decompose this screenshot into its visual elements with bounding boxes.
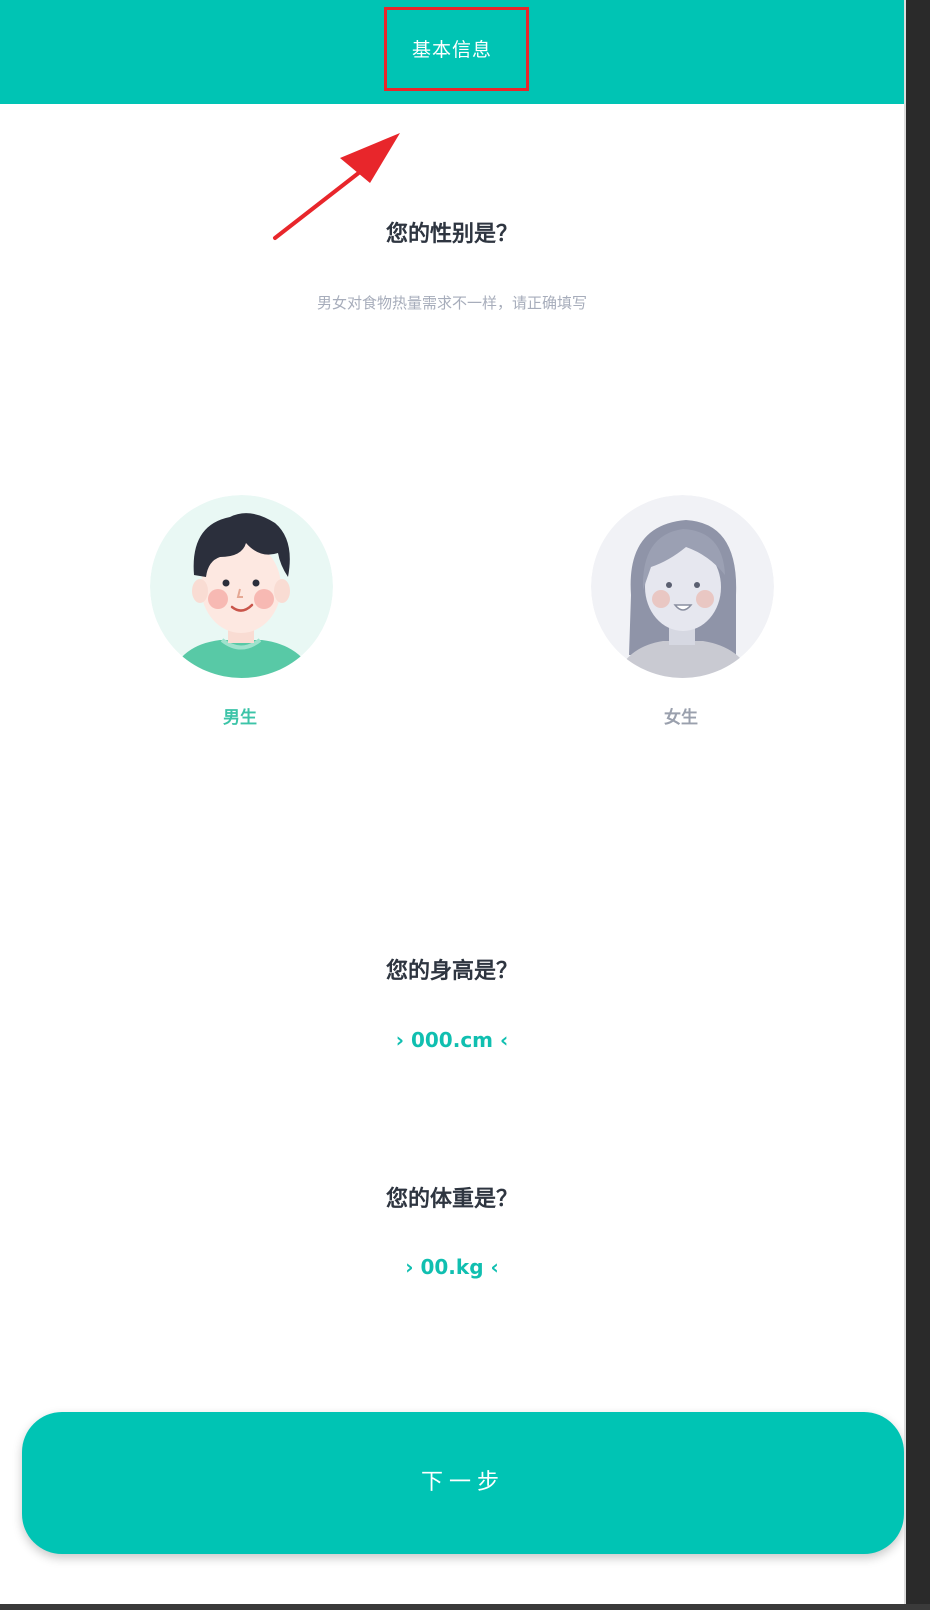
height-question: 您的身高是？	[385, 959, 518, 984]
weight-value-picker[interactable]: › 00.kg ‹	[0, 1255, 904, 1279]
male-avatar	[150, 495, 333, 678]
male-avatar-icon	[150, 495, 333, 678]
gender-option-female[interactable]: 女生	[581, 495, 781, 735]
female-avatar-icon	[591, 495, 774, 678]
page: 基本信息 您的性别是？ 男女对食物热量需求不一样，请正确填写 男生 女生 您的身…	[0, 0, 930, 1610]
gender-label-male: 男生	[223, 708, 257, 728]
next-step-button[interactable]: 下一步	[22, 1412, 904, 1554]
annotation-highlight-box	[384, 7, 529, 91]
gender-question: 您的性别是？	[385, 222, 518, 247]
height-value-picker[interactable]: › 000.cm ‹	[0, 1028, 904, 1052]
window-bottom-edge	[0, 1604, 930, 1610]
window-edge	[906, 0, 930, 1610]
female-avatar	[591, 495, 774, 678]
gender-subtitle: 男女对食物热量需求不一样，请正确填写	[316, 294, 587, 312]
app-screen: 基本信息 您的性别是？ 男女对食物热量需求不一样，请正确填写 男生 女生 您的身…	[0, 0, 904, 1604]
weight-question: 您的体重是？	[385, 1187, 518, 1212]
gender-option-male[interactable]: 男生	[140, 495, 340, 735]
gender-label-female: 女生	[664, 708, 698, 728]
